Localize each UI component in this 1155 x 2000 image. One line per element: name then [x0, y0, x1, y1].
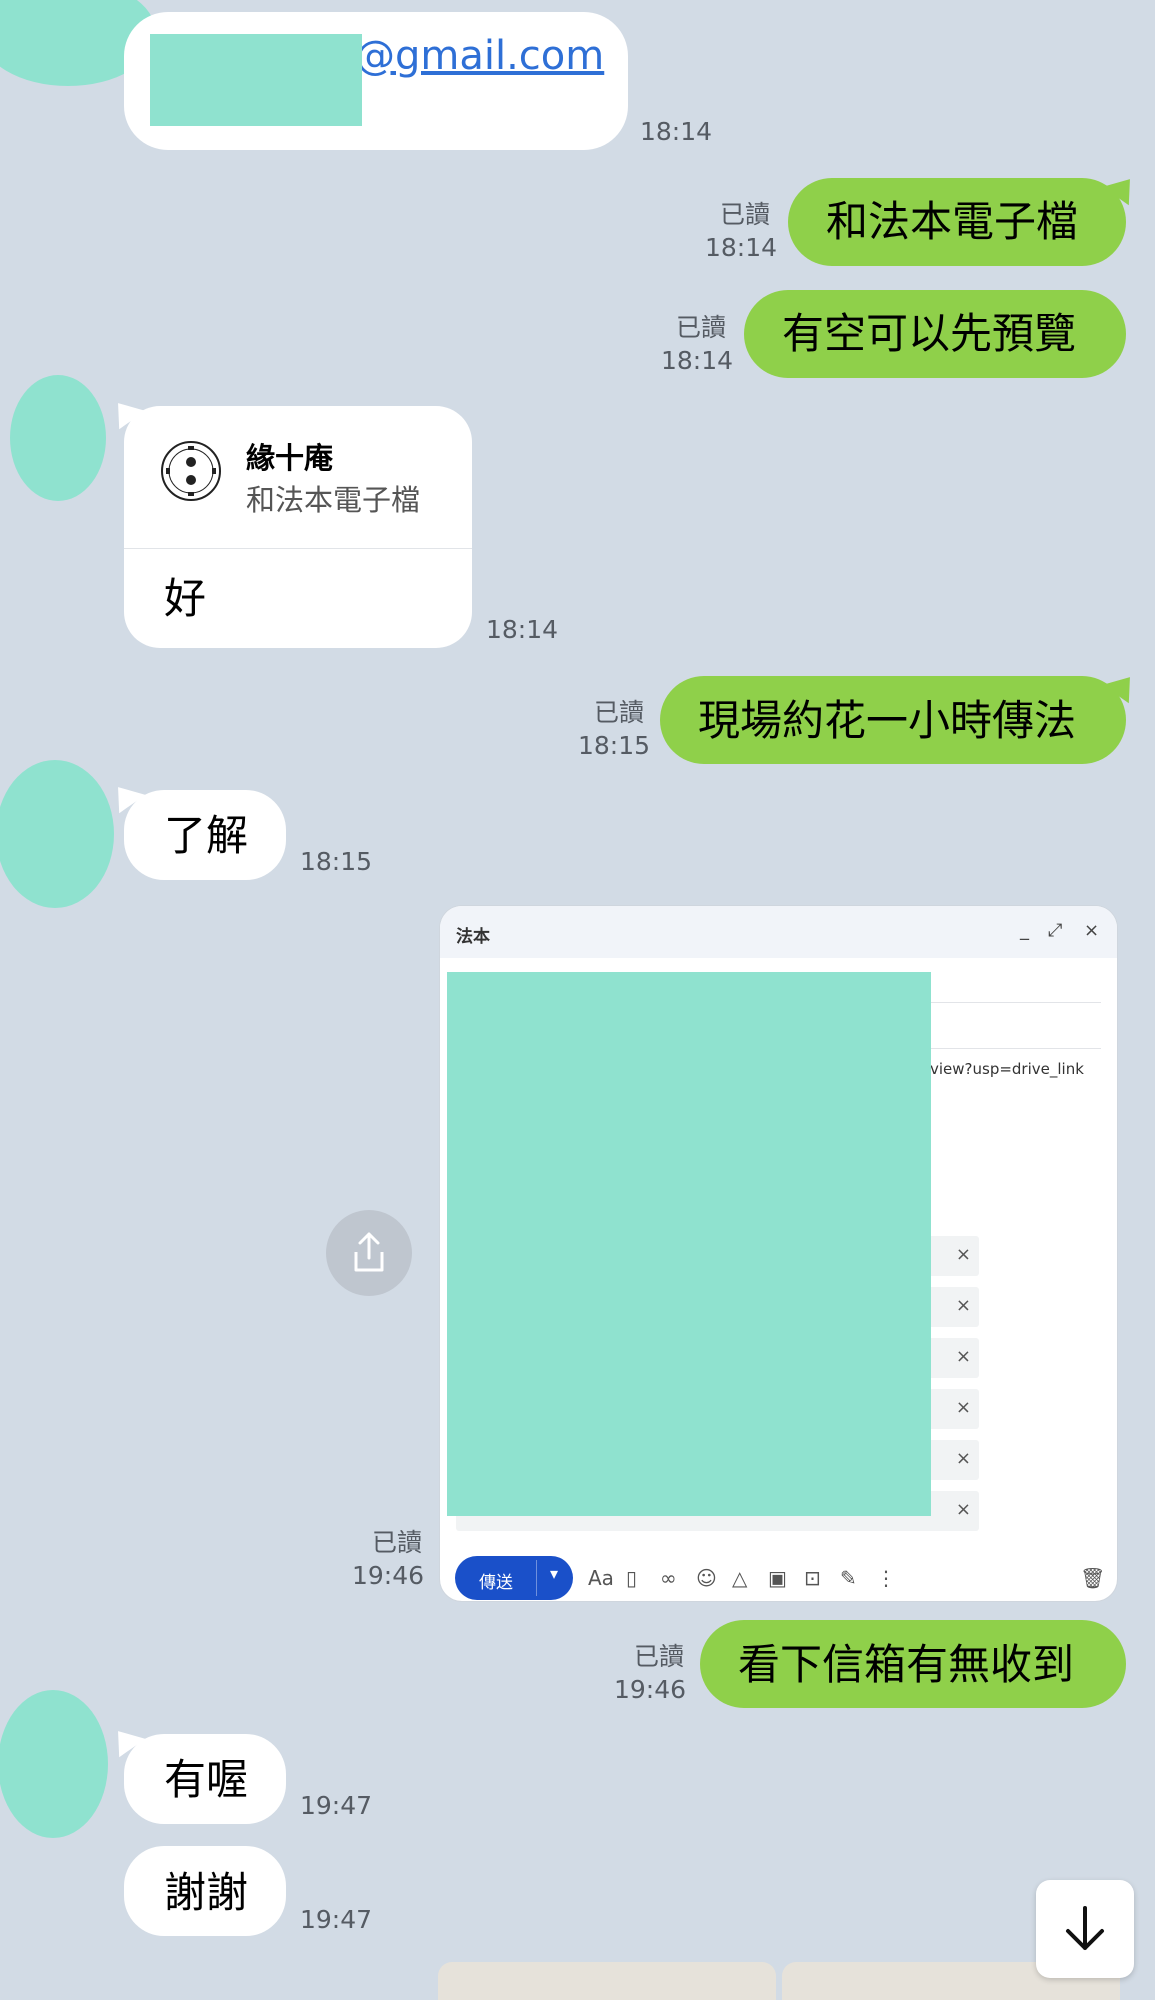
timestamp: 18:14 — [661, 346, 734, 375]
message-text: 現場約花一小時傳法 — [698, 696, 1077, 745]
timestamp: 18:14 — [640, 117, 713, 146]
timestamp: 19:46 — [614, 1675, 687, 1704]
chevron-down-icon: ▾ — [550, 1564, 559, 1583]
avatar[interactable] — [0, 1690, 108, 1838]
divider — [124, 548, 472, 549]
read-receipt: 已讀 — [634, 1642, 685, 1671]
drive-link-text: view?usp=drive_link — [930, 1060, 1084, 1078]
message-text: 和法本電子檔 — [826, 197, 1079, 246]
image-message[interactable]: 法本 _ ⤢ × view?usp=drive_link × × × × × ×… — [440, 906, 1117, 1601]
redacted-block — [150, 34, 362, 126]
format-text-icon: Aa — [588, 1566, 614, 1590]
read-receipt: 已讀 — [372, 1528, 423, 1557]
avatar[interactable] — [0, 760, 114, 908]
message-text: 了解 — [164, 811, 249, 860]
remove-icon: × — [955, 1346, 971, 1367]
scroll-to-bottom-button[interactable] — [1036, 1880, 1134, 1978]
send-button: 傳送 ▾ — [455, 1556, 573, 1600]
minimize-icon: _ — [1020, 920, 1029, 941]
read-receipt: 已讀 — [720, 200, 771, 229]
share-button[interactable] — [326, 1210, 412, 1296]
remove-icon: × — [955, 1295, 971, 1316]
remove-icon: × — [955, 1244, 971, 1265]
compose-title: 法本 — [456, 927, 490, 947]
read-receipt: 已讀 — [676, 313, 727, 342]
remove-icon: × — [955, 1448, 971, 1469]
timestamp: 19:47 — [300, 1791, 373, 1820]
close-icon: × — [1084, 920, 1100, 941]
share-icon — [354, 1232, 384, 1272]
redacted-block — [447, 972, 931, 1516]
timestamp: 18:14 — [705, 233, 778, 262]
email-link[interactable]: @gmail.com — [355, 36, 604, 76]
trash-icon: 🗑 — [1080, 1566, 1106, 1590]
send-divider — [536, 1560, 537, 1596]
expand-icon: ⤢ — [1048, 920, 1063, 941]
link-icon: ∞ — [660, 1566, 677, 1590]
arrow-down-icon — [1066, 1906, 1104, 1950]
signature-icon: ✎ — [840, 1566, 857, 1590]
temple-seal-logo — [161, 441, 221, 501]
read-receipt: 已讀 — [594, 698, 645, 727]
timestamp: 18:14 — [486, 615, 559, 644]
drive-icon: △ — [732, 1566, 748, 1590]
compose-header — [440, 906, 1117, 958]
timestamp: 19:47 — [300, 1905, 373, 1934]
message-text: 看下信箱有無收到 — [738, 1640, 1075, 1689]
reply-sender: 緣十庵 — [246, 441, 334, 475]
message-text: 有空可以先預覽 — [782, 309, 1077, 358]
emoji-icon: ☺ — [696, 1566, 717, 1590]
more-icon: ⋮ — [876, 1566, 896, 1590]
avatar[interactable] — [10, 375, 106, 501]
lock-icon: ⊡ — [804, 1566, 821, 1590]
attach-file-icon: ▯ — [626, 1566, 638, 1590]
image-thumbnail[interactable] — [438, 1962, 776, 2000]
timestamp: 18:15 — [300, 847, 373, 876]
photo-icon: ▣ — [768, 1566, 787, 1590]
reply-quote: 和法本電子檔 — [246, 483, 421, 517]
remove-icon: × — [955, 1397, 971, 1418]
message-text: 好 — [164, 574, 207, 623]
remove-icon: × — [955, 1499, 971, 1520]
send-label: 傳送 — [479, 1573, 513, 1593]
message-text: 有喔 — [164, 1755, 249, 1804]
message-text: 謝謝 — [164, 1868, 249, 1917]
timestamp: 19:46 — [352, 1561, 425, 1590]
timestamp: 18:15 — [578, 731, 651, 760]
